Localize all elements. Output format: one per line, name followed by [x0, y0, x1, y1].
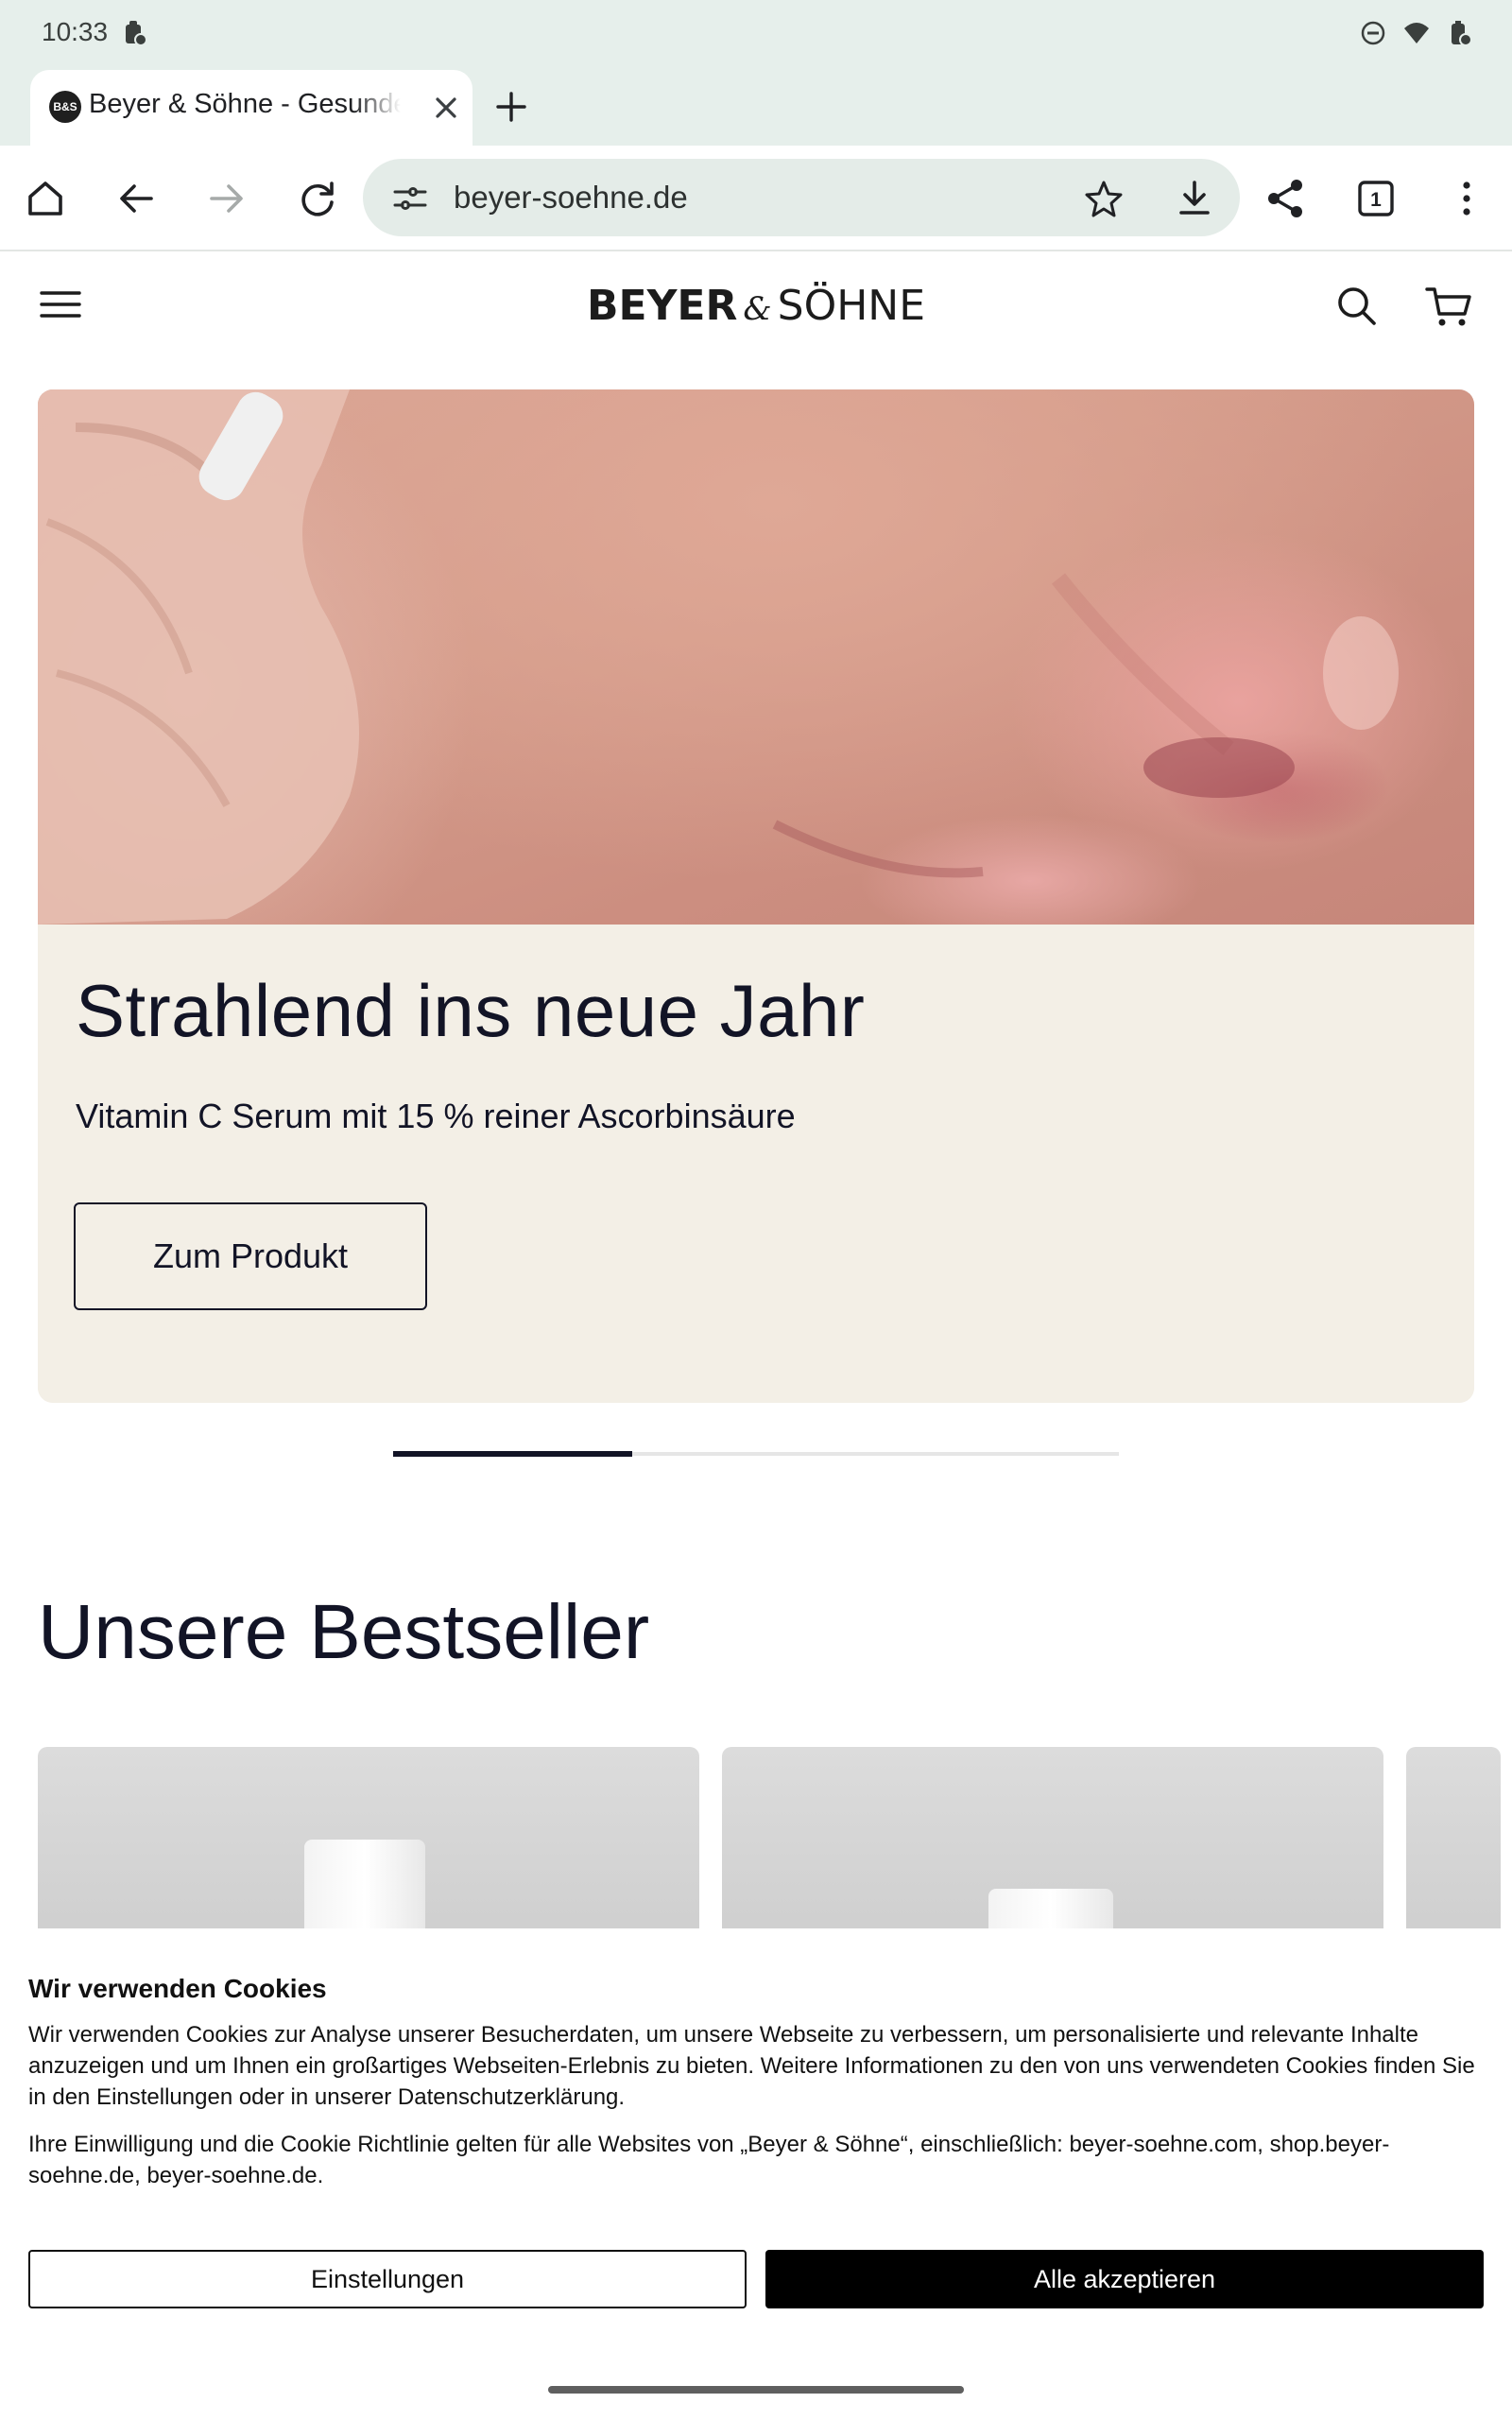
cookie-banner: Wir verwenden Cookies Wir verwenden Cook…	[0, 1928, 1512, 2420]
hero-content: Strahlend ins neue Jahr Vitamin C Serum …	[38, 925, 1474, 1403]
carousel-progress[interactable]	[393, 1451, 1119, 1457]
status-time: 10:33	[42, 17, 109, 46]
cookie-settings-button[interactable]: Einstellungen	[28, 2250, 747, 2308]
product-card[interactable]	[722, 1747, 1383, 1936]
hero-title: Strahlend ins neue Jahr	[76, 969, 866, 1052]
carousel-progress-fill	[393, 1451, 633, 1457]
download-icon[interactable]	[1174, 178, 1215, 219]
notification-icon	[123, 19, 147, 47]
hero-subtitle: Vitamin C Serum mit 15 % reiner Ascorbin…	[76, 1097, 796, 1135]
search-icon[interactable]	[1332, 282, 1382, 331]
hero-image	[38, 389, 1474, 925]
forward-arrow-icon[interactable]	[202, 174, 251, 223]
status-bar: 10:33	[0, 0, 1512, 68]
site-favicon-icon: B&S	[49, 91, 81, 123]
hero-banner: Strahlend ins neue Jahr Vitamin C Serum …	[38, 389, 1474, 1403]
logo-ampersand: &	[743, 290, 772, 328]
tab-switcher-icon[interactable]: 1	[1351, 174, 1400, 223]
new-tab-plus-icon[interactable]	[491, 87, 531, 127]
hero-photo-illustration	[38, 389, 1399, 925]
tab-title: Beyer & Söhne - Gesunde Haut	[89, 89, 401, 119]
wifi-icon	[1402, 19, 1431, 47]
address-bar[interactable]: beyer-soehne.de	[363, 159, 1240, 236]
share-icon[interactable]	[1261, 174, 1310, 223]
browser-tab[interactable]: B&S Beyer & Söhne - Gesunde Haut	[30, 70, 472, 146]
back-arrow-icon[interactable]	[112, 174, 161, 223]
site-header: BEYER & SÖHNE	[0, 253, 1512, 367]
product-image	[304, 1840, 425, 1936]
cookie-policy-text: Ihre Einwilligung und die Cookie Richtli…	[28, 2132, 1390, 2188]
browser-toolbar: beyer-soehne.de 1	[0, 146, 1512, 251]
product-card[interactable]	[38, 1747, 699, 1936]
tab-count: 1	[1370, 189, 1382, 211]
reload-icon[interactable]	[293, 174, 342, 223]
cookie-title: Wir verwenden Cookies	[28, 1974, 327, 2003]
logo-text-beyer: BEYER	[586, 282, 738, 330]
bestseller-title: Unsere Bestseller	[38, 1589, 650, 1675]
product-card[interactable]	[1406, 1747, 1501, 1936]
home-icon[interactable]	[21, 174, 70, 223]
tab-strip: B&S Beyer & Söhne - Gesunde Haut	[0, 68, 1512, 146]
zum-produkt-button[interactable]: Zum Produkt	[74, 1202, 427, 1310]
bookmark-star-icon[interactable]	[1083, 178, 1125, 219]
close-icon[interactable]	[427, 89, 465, 127]
logo-text-soehne: SÖHNE	[777, 282, 926, 330]
cookie-text: Wir verwenden Cookies zur Analyse unsere…	[28, 2022, 1475, 2110]
battery-icon	[1446, 19, 1474, 47]
do-not-disturb-icon	[1359, 19, 1387, 47]
more-options-icon[interactable]	[1442, 174, 1491, 223]
cart-icon[interactable]	[1423, 282, 1474, 331]
site-logo[interactable]: BEYER & SÖHNE	[0, 282, 1512, 330]
accept-all-cookies-button[interactable]: Alle akzeptieren	[765, 2250, 1484, 2308]
url-text: beyer-soehne.de	[454, 180, 688, 215]
site-settings-icon[interactable]	[391, 180, 429, 217]
gesture-navigation-bar[interactable]	[548, 2386, 964, 2394]
